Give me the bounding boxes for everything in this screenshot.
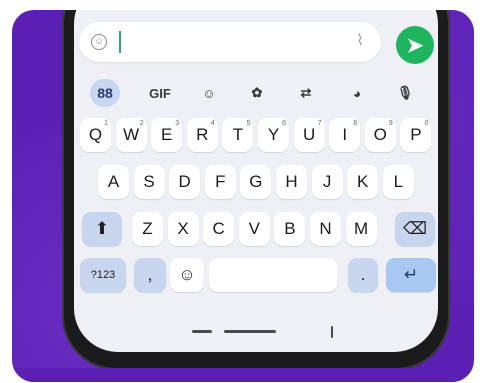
nav-recent-indicator [331,326,333,338]
settings-icon[interactable]: ✿ [242,79,272,107]
message-input[interactable] [79,22,381,62]
key-s[interactable]: S [133,165,165,199]
space-key[interactable] [209,258,337,292]
backspace-key[interactable]: ⌫ [395,212,435,246]
key-hint-6: 6 [282,120,286,127]
key-hint-9: 9 [388,120,393,127]
key-c[interactable]: C [203,212,235,246]
key-f[interactable]: F [204,165,236,199]
key-o[interactable]: O9 [364,118,396,152]
mic-icon[interactable]: 🎙 [390,79,420,107]
nav-back-indicator [192,330,212,333]
key-hint-2: 2 [139,120,144,127]
key-b[interactable]: B [274,212,306,246]
key-t[interactable]: T5 [222,118,254,152]
shift-key[interactable]: ⬆ [82,212,122,246]
key-i[interactable]: I8 [329,118,361,152]
key-hint-5: 5 [246,120,251,127]
paperclip-icon[interactable]: ⌇ [354,32,366,50]
key-k[interactable]: K [347,165,379,199]
key-z[interactable]: Z [132,212,163,246]
send-icon: ➤ [406,34,424,57]
comma-key[interactable]: , [134,258,166,292]
key-j[interactable]: J [311,165,343,199]
key-hint-0: 0 [424,120,429,127]
key-v[interactable]: V [238,212,270,246]
key-d[interactable]: D [169,165,201,199]
gif-button[interactable]: GIF [145,79,175,107]
send-button[interactable]: ➤ [396,26,434,64]
key-m[interactable]: M [345,212,377,246]
key-n[interactable]: N [310,212,341,246]
key-x[interactable]: X [167,212,199,246]
sticker-icon[interactable]: ☺ [194,79,224,107]
key-r[interactable]: R4 [186,118,218,152]
enter-key[interactable]: ↵ [386,258,436,292]
text-cursor [119,31,121,53]
key-hint-3: 3 [175,120,180,127]
nav-home-indicator[interactable] [224,330,276,333]
symbols-key[interactable]: ?123 [80,258,126,292]
palette-icon[interactable]: ◕ [342,79,372,107]
key-e[interactable]: E3 [151,118,183,152]
apps-icon[interactable]: 88 [90,79,120,107]
key-l[interactable]: L [382,165,414,199]
key-w[interactable]: W2 [115,118,147,152]
key-q[interactable]: Q1 [80,118,111,152]
emoji-key[interactable]: ☺ [170,258,204,292]
key-hint-7: 7 [317,120,322,127]
key-u[interactable]: U7 [293,118,325,152]
key-hint-1: 1 [104,120,108,127]
key-a[interactable]: A [98,165,129,199]
key-hint-8: 8 [353,120,358,127]
key-p[interactable]: P0 [400,118,432,152]
key-y[interactable]: Y6 [258,118,289,152]
promo-card: ☺ ⌇ ➤ ⬆ ⌫ ?123 , ☺ . ↵ 88 GIF ☺ ✿ ⇄ ◕ 🎙 Q 1 W 2 E 3 R… [12,10,474,382]
period-key[interactable]: . [348,258,378,292]
emoji-icon[interactable]: ☺ [91,34,107,50]
key-h[interactable]: H [276,165,307,199]
key-g[interactable]: G [240,165,272,199]
card-bottom-edge [12,368,474,382]
key-hint-4: 4 [210,120,215,127]
translate-icon[interactable]: ⇄ [291,79,321,107]
